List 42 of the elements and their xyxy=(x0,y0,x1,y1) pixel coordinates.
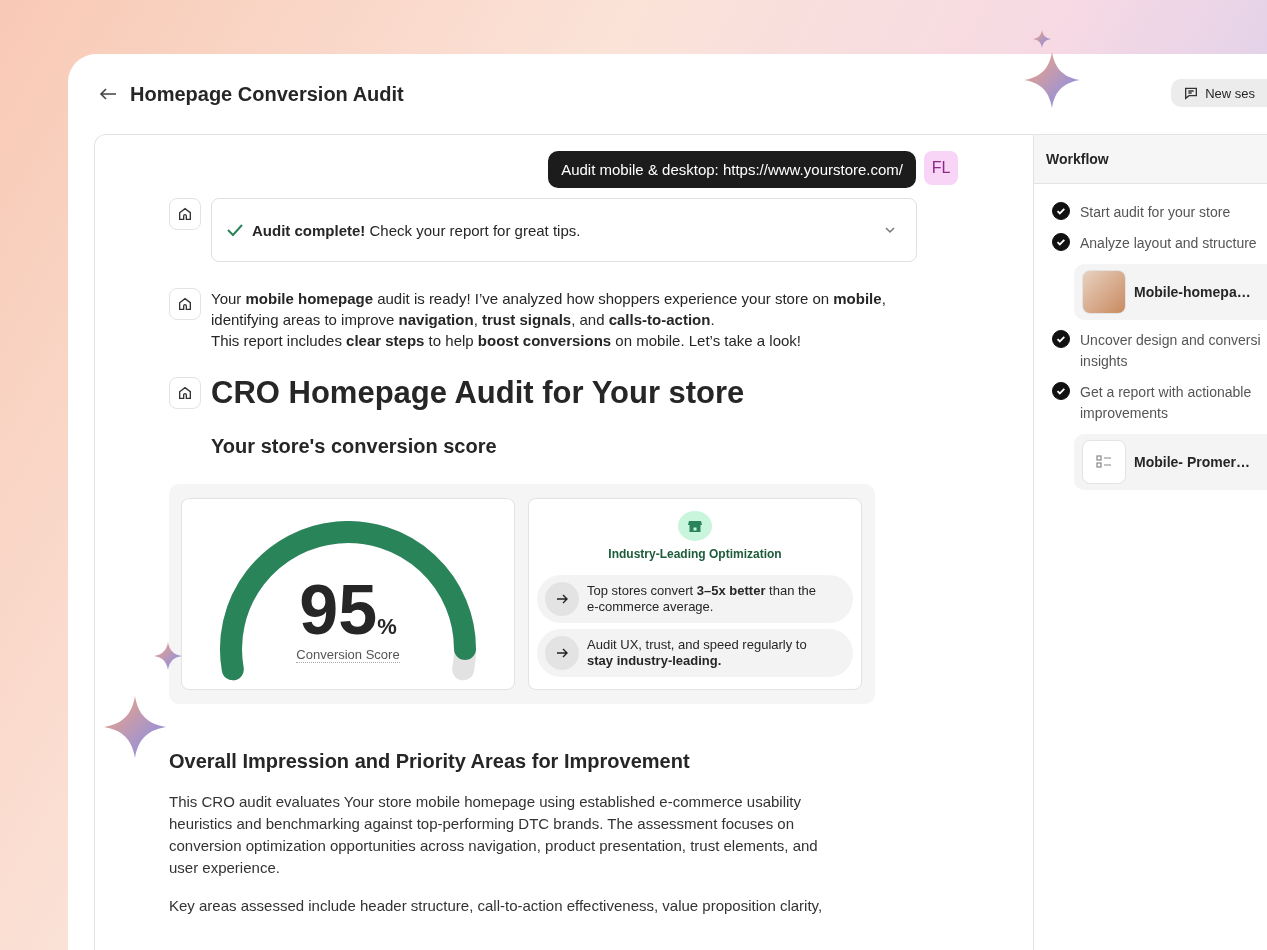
workflow-step: Get a report with actionable improvements xyxy=(1080,382,1267,424)
assistant-message: This report includes clear steps to help boost conversions on mobile. Let’s take a look! xyxy=(211,331,803,351)
back-arrow-icon[interactable] xyxy=(98,86,118,102)
attachment-card[interactable]: Mobile- Promer… xyxy=(1074,434,1267,490)
assistant-message: Your mobile homepage audit is ready! I’ve analyzed how shoppers experience your store on mobile, identifying areas to improve navigation, trust signals, and calls-to-action. xyxy=(211,289,887,330)
list-icon xyxy=(1082,440,1126,484)
score-label: Conversion Score xyxy=(296,647,400,663)
sparkle-drawing xyxy=(154,642,182,670)
attachment-name: Mobile- Promer… xyxy=(1134,454,1250,470)
insight-title: Industry-Leading Optimization xyxy=(608,547,782,562)
body-paragraph: This CRO audit evaluates Your store mobile homepage using established e-commerce usability heuristics and benchmarking against top-performing DTC brands. The assessment focuses on conversion optimization opportunities across navigation, product presentation, trust elements, and user experience. xyxy=(169,792,819,878)
tip-text: Top stores convert 3–5x better than the e-commerce average. xyxy=(587,583,818,616)
home-icon xyxy=(177,385,193,401)
sparkle-drawing xyxy=(1024,52,1080,108)
page-title: Homepage Conversion Audit xyxy=(130,82,405,106)
workflow-title: Workflow xyxy=(1034,135,1267,184)
home-icon xyxy=(177,206,193,222)
workflow-step: Start audit for your store xyxy=(1080,202,1267,223)
section-heading: Your store's conversion score xyxy=(211,435,498,458)
new-session-button[interactable]: New ses xyxy=(1171,79,1267,107)
store-icon xyxy=(678,511,712,542)
user-message: Audit mobile & desktop: https://www.yourstore.com/ xyxy=(548,151,916,188)
workflow-step: Analyze layout and structure xyxy=(1080,233,1267,254)
attachment-card[interactable]: Mobile-homepa… xyxy=(1074,264,1267,320)
home-icon xyxy=(177,296,193,312)
score-value: 95 xyxy=(299,575,378,645)
sparkle-drawing xyxy=(104,696,166,758)
tip-text: Audit UX, trust, and speed regularly to stay industry-leading. xyxy=(587,637,808,670)
workflow-step: Uncover design and conversi insights xyxy=(1080,330,1267,372)
chat-bubble-icon xyxy=(1183,85,1200,101)
body-paragraph: Key areas assessed include header structure, call-to-action effectiveness, value proposition clarity, xyxy=(169,896,824,916)
status-message: Audit complete! Check your report for great tips. xyxy=(252,221,582,239)
status-card[interactable]: Audit complete! Check your report for great tips. xyxy=(211,198,917,262)
checkmark-icon xyxy=(226,223,244,237)
user-avatar: FL xyxy=(924,151,958,185)
section-heading: Overall Impression and Priority Areas for Improvement xyxy=(169,750,691,773)
sparkle-drawing xyxy=(1033,30,1051,48)
attachment-name: Mobile-homepa… xyxy=(1134,284,1251,300)
chevron-icon[interactable] xyxy=(884,226,896,234)
report-title: CRO Homepage Audit for Your store xyxy=(211,377,746,409)
score-unit: % xyxy=(377,614,397,640)
photo-placeholder xyxy=(1082,270,1126,314)
